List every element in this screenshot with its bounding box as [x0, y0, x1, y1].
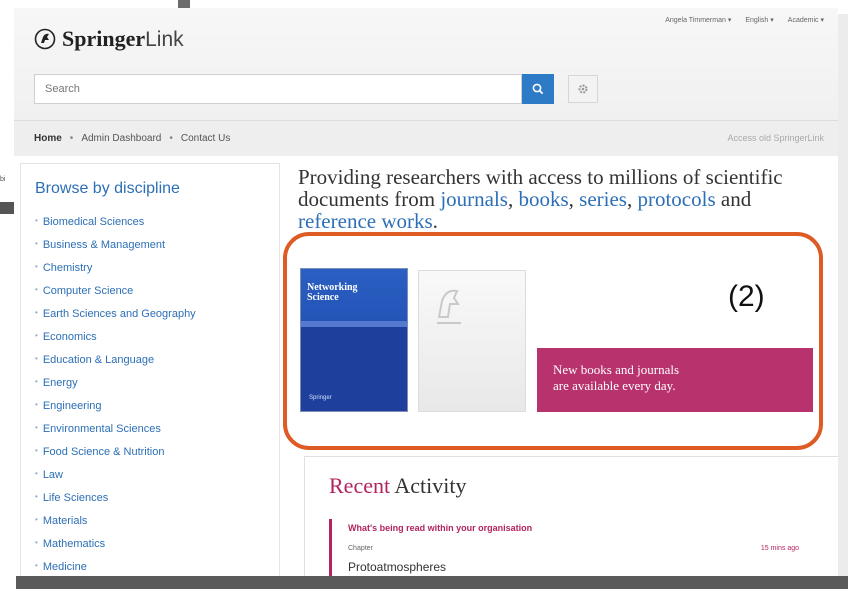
discipline-link[interactable]: Chemistry	[35, 260, 196, 283]
annotation-label: (2)	[728, 280, 765, 313]
discipline-list: Biomedical Sciences Business & Managemen…	[35, 214, 196, 576]
brand-suffix: Link	[145, 28, 184, 51]
discipline-link[interactable]: Business & Management	[35, 237, 196, 260]
nav-admin-dashboard[interactable]: Admin Dashboard	[81, 133, 161, 144]
frame-shadow	[838, 14, 848, 589]
brand-name: Springer	[62, 26, 146, 51]
discipline-link[interactable]: Energy	[35, 375, 196, 398]
user-menu-language[interactable]: English ▾	[745, 16, 773, 24]
tagline-container: Providing researchers with access to mil…	[284, 158, 838, 236]
gear-icon	[578, 84, 588, 94]
tagline-link-books[interactable]: books	[518, 187, 568, 211]
discipline-link[interactable]: Mathematics	[35, 536, 196, 559]
access-old-link[interactable]: Access old SpringerLink	[727, 133, 824, 143]
activity-time: 15 mins ago	[760, 545, 799, 552]
search-settings-button[interactable]	[568, 75, 598, 103]
tagline: Providing researchers with access to mil…	[298, 165, 783, 233]
main-nav: Home • Admin Dashboard • Contact Us Acce…	[14, 120, 838, 156]
frame-artifact-text: bi	[0, 176, 6, 183]
activity-item[interactable]: What's being read within your organisati…	[329, 519, 829, 576]
discipline-link[interactable]: Earth Sciences and Geography	[35, 306, 196, 329]
recent-activity-title: Recent Activity	[329, 473, 467, 498]
search-input[interactable]	[34, 74, 522, 104]
activity-heading: What's being read within your organisati…	[348, 523, 533, 533]
discipline-link[interactable]: Education & Language	[35, 352, 196, 375]
nav-home[interactable]: Home	[34, 133, 62, 144]
discipline-sidebar: Browse by discipline Biomedical Sciences…	[20, 163, 280, 576]
search-icon	[532, 83, 544, 95]
user-menu-edition[interactable]: Academic ▾	[788, 16, 824, 24]
search-bar	[34, 74, 598, 104]
user-menu: Angela Timmerman ▾ English ▾ Academic ▾	[665, 16, 824, 24]
nav-separator: •	[169, 133, 173, 144]
discipline-link[interactable]: Law	[35, 467, 196, 490]
site-header: SpringerLink Angela Timmerman ▾ English …	[14, 8, 838, 156]
annotation-highlight-box	[283, 232, 823, 450]
discipline-link[interactable]: Biomedical Sciences	[35, 214, 196, 237]
tagline-link-series[interactable]: series	[579, 187, 627, 211]
discipline-link[interactable]: Life Sciences	[35, 490, 196, 513]
discipline-link[interactable]: Economics	[35, 329, 196, 352]
discipline-link[interactable]: Computer Science	[35, 283, 196, 306]
frame-shadow	[16, 576, 848, 589]
nav-contact-us[interactable]: Contact Us	[181, 133, 230, 144]
springerlink-logo[interactable]: SpringerLink	[34, 26, 184, 52]
nav-separator: •	[69, 133, 74, 144]
tagline-link-reference-works[interactable]: reference works	[298, 209, 433, 233]
tagline-link-journals[interactable]: journals	[440, 187, 508, 211]
search-button[interactable]	[522, 74, 554, 104]
discipline-link[interactable]: Engineering	[35, 398, 196, 421]
recent-activity-card: Recent Activity What's being read within…	[304, 456, 838, 576]
springer-horse-icon	[34, 28, 56, 50]
discipline-link[interactable]: Medicine	[35, 559, 196, 576]
sidebar-title: Browse by discipline	[35, 180, 180, 197]
discipline-link[interactable]: Materials	[35, 513, 196, 536]
frame-artifact	[0, 202, 14, 214]
tagline-link-protocols[interactable]: protocols	[637, 187, 715, 211]
activity-type: Chapter	[348, 545, 373, 552]
user-menu-account[interactable]: Angela Timmerman ▾	[665, 16, 731, 24]
discipline-link[interactable]: Food Science & Nutrition	[35, 444, 196, 467]
activity-document-title[interactable]: Protoatmospheres	[348, 560, 829, 574]
discipline-link[interactable]: Environmental Sciences	[35, 421, 196, 444]
